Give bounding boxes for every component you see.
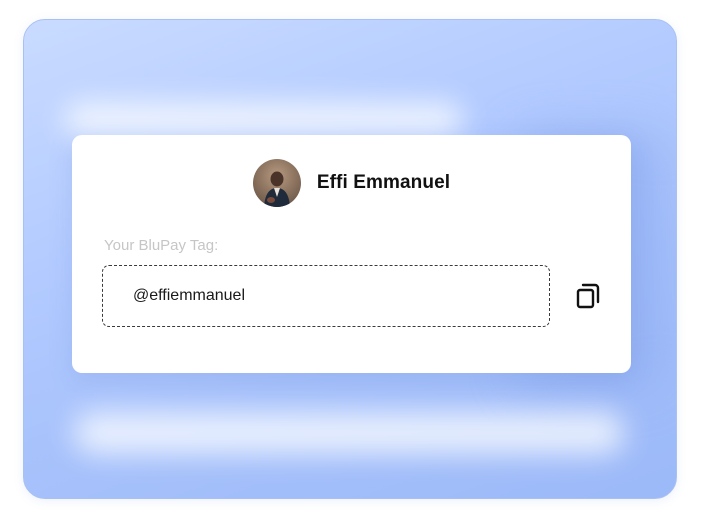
- user-photo-avatar-icon: [252, 159, 301, 207]
- tag-label: Your BluPay Tag:: [104, 237, 219, 254]
- user-name: Effi Emmanuel: [316, 172, 451, 193]
- avatar: [252, 159, 301, 207]
- blurred-glow-bottom: [74, 412, 624, 454]
- tag-value: @effiemmanuel: [133, 287, 245, 304]
- copy-icon: [576, 283, 600, 309]
- profile-header: Effi Emmanuel: [72, 159, 631, 207]
- background-frame: Effi Emmanuel Your BluPay Tag: @effiemma…: [23, 19, 677, 499]
- tag-field[interactable]: @effiemmanuel: [102, 265, 550, 327]
- blupay-tag-card: Effi Emmanuel Your BluPay Tag: @effiemma…: [72, 135, 631, 373]
- copy-button[interactable]: [572, 280, 604, 312]
- blurred-glow-top: [64, 102, 464, 138]
